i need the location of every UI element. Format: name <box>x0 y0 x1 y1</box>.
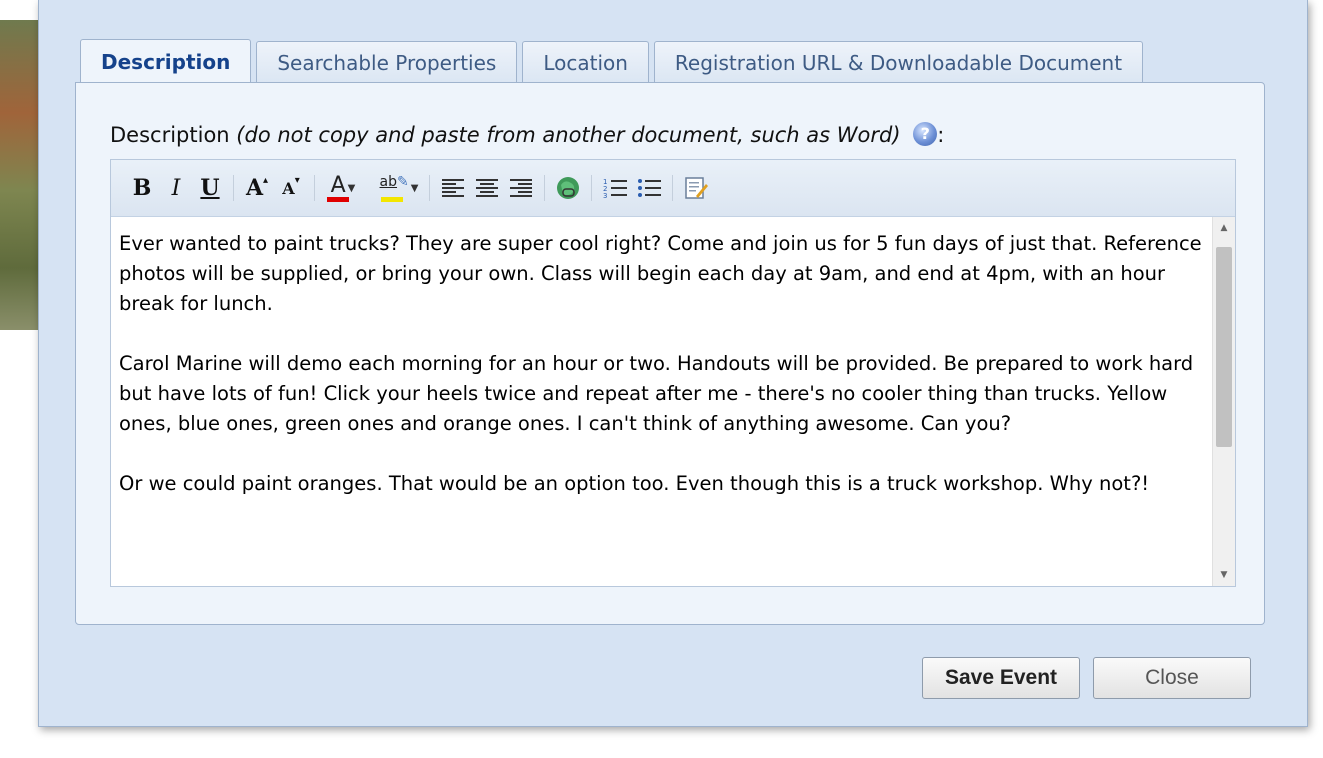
highlight-glyph: ab <box>379 174 398 190</box>
editor-paragraph: Or we could paint oranges. That would be… <box>119 472 1150 495</box>
align-right-icon <box>510 179 532 197</box>
toolbar-separator <box>544 175 545 201</box>
toolbar-separator <box>233 175 234 201</box>
shrink-font-glyph: A <box>282 178 295 198</box>
spellcheck-icon <box>685 177 708 199</box>
align-left-icon <box>442 179 464 197</box>
tab-registration-url[interactable]: Registration URL & Downloadable Document <box>653 41 1144 83</box>
svg-text:3: 3 <box>603 192 607 199</box>
editor-paragraph: Carol Marine will demo each morning for … <box>119 352 1194 435</box>
font-color-swatch <box>327 197 349 202</box>
bold-button[interactable]: B <box>125 171 159 205</box>
event-dialog: Description Searchable Properties Locati… <box>38 0 1308 727</box>
font-color-button[interactable]: A ▼ <box>321 171 365 205</box>
tab-description[interactable]: Description <box>80 39 252 84</box>
editor-scrollbar[interactable]: ▲ ▼ <box>1212 217 1235 586</box>
close-button[interactable]: Close <box>1093 657 1251 699</box>
toolbar-separator <box>591 175 592 201</box>
numbered-list-button[interactable]: 1 2 3 <box>598 171 632 205</box>
insert-link-button[interactable] <box>551 171 585 205</box>
chevron-down-icon: ▼ <box>410 182 419 194</box>
scroll-thumb[interactable] <box>1216 247 1232 447</box>
grow-font-button[interactable]: A ▴ <box>240 171 274 205</box>
grow-font-glyph: A <box>245 175 264 201</box>
toolbar-separator <box>314 175 315 201</box>
toolbar-separator <box>672 175 673 201</box>
toolbar-separator <box>429 175 430 201</box>
editor-toolbar: B I U A ▴ A ▾ A ▼ ab ✎ ▼ 1 2 3 <box>111 160 1235 217</box>
underline-button[interactable]: U <box>193 171 227 205</box>
tab-bar: Description Searchable Properties Locati… <box>80 38 1148 84</box>
help-icon[interactable]: ? <box>913 122 938 146</box>
scroll-up-arrow-icon[interactable]: ▲ <box>1213 217 1235 239</box>
align-center-button[interactable] <box>470 171 504 205</box>
marker-pen-icon: ✎ <box>397 174 409 190</box>
grow-arrow-icon: ▴ <box>263 174 269 186</box>
description-label-colon: : <box>937 123 945 147</box>
tab-location[interactable]: Location <box>522 41 649 83</box>
align-right-button[interactable] <box>504 171 538 205</box>
scroll-down-arrow-icon[interactable]: ▼ <box>1213 564 1235 586</box>
numbered-list-icon: 1 2 3 <box>603 178 627 199</box>
editor-content[interactable]: Ever wanted to paint trucks? They are su… <box>111 217 1211 586</box>
editor-paragraph: Ever wanted to paint trucks? They are su… <box>119 232 1202 315</box>
description-panel: Description (do not copy and paste from … <box>75 82 1265 625</box>
bulleted-list-icon <box>638 179 661 197</box>
align-left-button[interactable] <box>436 171 470 205</box>
save-event-button[interactable]: Save Event <box>922 657 1080 699</box>
description-label-text: Description <box>110 123 230 147</box>
shrink-arrow-icon: ▾ <box>294 174 300 186</box>
align-center-icon <box>476 179 498 197</box>
font-color-glyph: A <box>330 172 346 198</box>
shrink-font-button[interactable]: A ▾ <box>274 171 308 205</box>
rich-text-editor: B I U A ▴ A ▾ A ▼ ab ✎ ▼ 1 2 3 Ever want… <box>110 159 1236 587</box>
insert-link-icon <box>557 177 579 199</box>
highlight-color-button[interactable]: ab ✎ ▼ <box>375 171 423 205</box>
italic-button[interactable]: I <box>159 171 193 205</box>
description-hint: (do not copy and paste from another docu… <box>236 123 901 147</box>
bulleted-list-button[interactable] <box>632 171 666 205</box>
tab-searchable-properties[interactable]: Searchable Properties <box>256 41 518 83</box>
chevron-down-icon: ▼ <box>347 182 356 194</box>
background-photo <box>0 20 40 330</box>
highlight-swatch <box>381 197 403 202</box>
description-label: Description (do not copy and paste from … <box>110 122 945 148</box>
spellcheck-button[interactable] <box>679 171 713 205</box>
